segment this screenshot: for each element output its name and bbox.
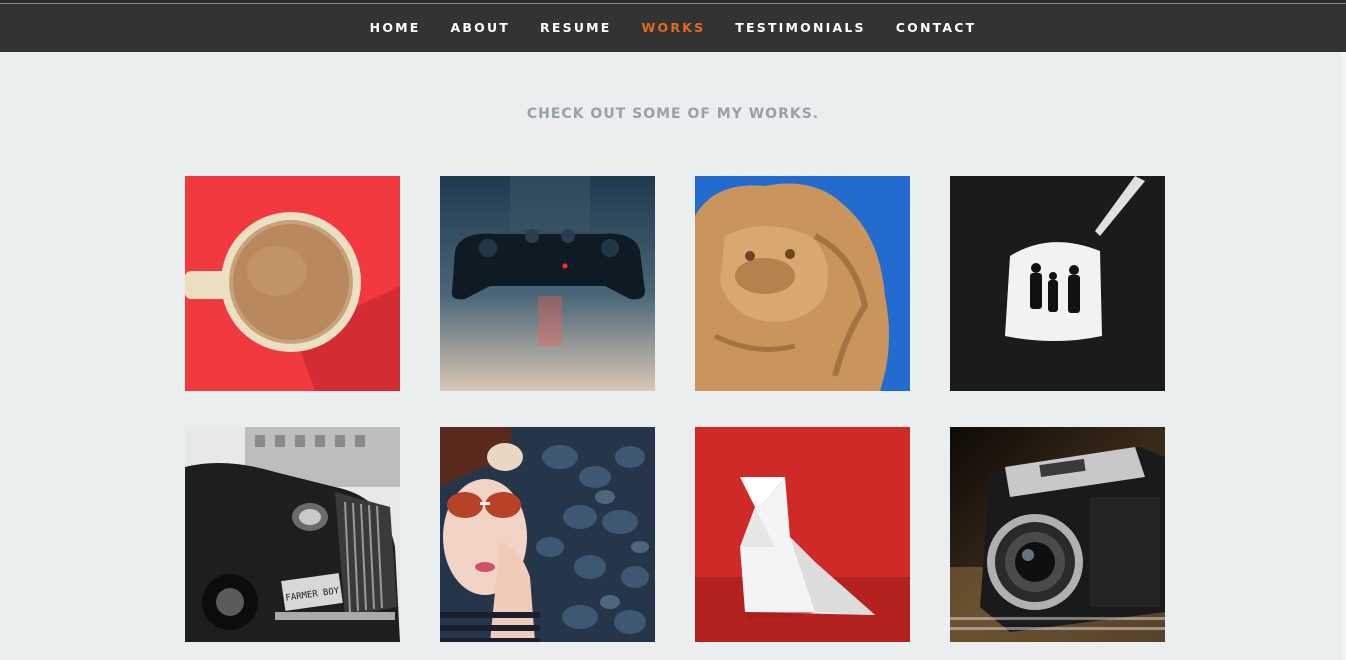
vintage-camera-image — [950, 427, 1165, 642]
work-item-origami-bird[interactable] — [695, 427, 910, 642]
nav-home[interactable]: HOME — [355, 4, 436, 52]
main-nav: HOME ABOUT RESUME WORKS TESTIMONIALS CON… — [0, 4, 1346, 52]
game-controller-image — [440, 176, 655, 391]
nav-about[interactable]: ABOUT — [436, 4, 526, 52]
lion-statue-image — [695, 176, 910, 391]
work-item-lion-statue[interactable] — [695, 176, 910, 391]
work-item-cave-silhouettes[interactable] — [950, 176, 1165, 391]
nav-resume[interactable]: RESUME — [525, 4, 627, 52]
work-item-vintage-car[interactable]: FARMER BOY — [185, 427, 400, 642]
coffee-cup-image — [185, 176, 400, 391]
top-border — [0, 0, 1346, 4]
work-item-game-controller[interactable] — [440, 176, 655, 391]
nav-works[interactable]: WORKS — [627, 4, 721, 52]
nav-list: HOME ABOUT RESUME WORKS TESTIMONIALS CON… — [355, 4, 992, 52]
work-item-coffee-cup[interactable] — [185, 176, 400, 391]
vintage-car-image: FARMER BOY — [185, 427, 400, 642]
woman-sunglasses-image — [440, 427, 655, 642]
nav-testimonials[interactable]: TESTIMONIALS — [720, 4, 880, 52]
origami-bird-image — [695, 427, 910, 642]
work-item-vintage-camera[interactable] — [950, 427, 1165, 642]
scrollbar[interactable] — [1342, 52, 1346, 660]
works-heading: CHECK OUT SOME OF MY WORKS. — [526, 106, 820, 122]
work-item-woman-sunglasses[interactable] — [440, 427, 655, 642]
cave-silhouettes-image — [950, 176, 1165, 391]
nav-contact[interactable]: CONTACT — [881, 4, 992, 52]
